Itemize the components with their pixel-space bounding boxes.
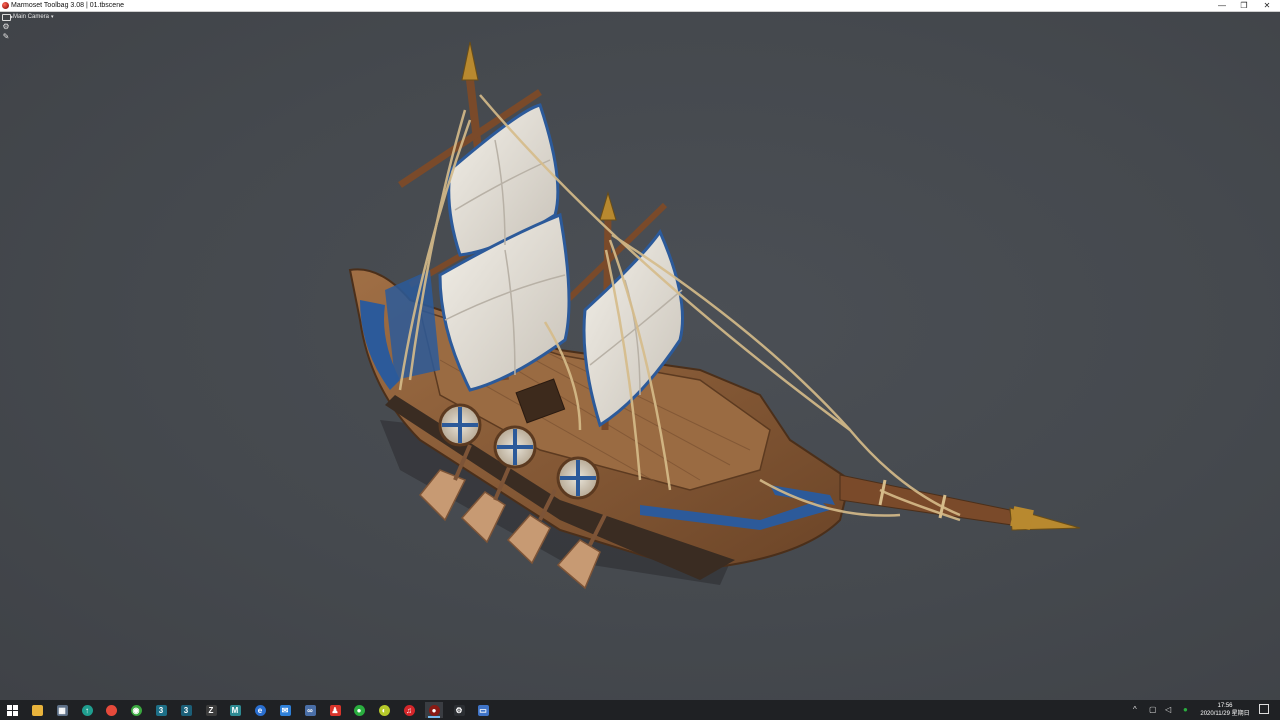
chevron-down-icon: ▾ bbox=[51, 14, 54, 20]
calculator-icon: ▦ bbox=[56, 704, 68, 716]
taskbar-app-calculator[interactable]: ▦ bbox=[53, 702, 71, 718]
windows-taskbar: ▦ ↑ ◉ 3 3 Z Me ✉ ∞ ♟ ● ◐ ♫ ● ⚙ ▭ ^ ▢ ◁ ● 17:56 2020/11/… bbox=[0, 700, 1280, 720]
taskbar-app-browser-blue[interactable]: e bbox=[251, 702, 269, 718]
3d-viewport[interactable]: Main Camera ▾ ⚙ ✎ bbox=[0, 12, 1280, 700]
camera-icon bbox=[2, 13, 13, 21]
taskbar-app-marmoset[interactable]: ● bbox=[425, 702, 443, 718]
taskbar-app-chrome[interactable] bbox=[102, 702, 120, 718]
restore-button[interactable]: ❐ bbox=[1233, 0, 1255, 11]
window-title: Marmoset Toolbag 3.08 | 01.tbscene bbox=[11, 2, 124, 9]
taskbar-app-netease-music[interactable]: ♫ bbox=[400, 702, 418, 718]
tray-wechat-icon[interactable]: ● bbox=[1183, 705, 1188, 715]
taskbar-app-remote-desktop[interactable]: ▭ bbox=[474, 702, 492, 718]
taskbar-app-green-app[interactable]: ◉ bbox=[127, 702, 145, 718]
minimize-button[interactable]: — bbox=[1211, 0, 1233, 11]
wechat-icon: ● bbox=[353, 704, 365, 716]
zbrush-icon: Z bbox=[205, 704, 217, 716]
yellow-app-icon: ◐ bbox=[378, 704, 390, 716]
taskbar-app-zbrush[interactable]: Z bbox=[202, 702, 220, 718]
viewport-settings-icon[interactable]: ⚙ bbox=[2, 23, 10, 31]
settings-icon: ⚙ bbox=[453, 704, 465, 716]
taskbar-app-messenger[interactable]: ✉ bbox=[276, 702, 294, 718]
notification-center-icon[interactable] bbox=[1259, 704, 1269, 714]
taskbar-clock[interactable]: 17:56 2020/11/29 星期日 bbox=[1196, 702, 1254, 718]
clock-date: 2020/11/29 星期日 bbox=[1200, 711, 1250, 717]
file-explorer-icon bbox=[31, 704, 43, 716]
3dsmax-icon: 3 bbox=[155, 704, 167, 716]
green-app-icon: ◉ bbox=[130, 704, 142, 716]
start-button[interactable] bbox=[3, 702, 21, 718]
messenger-icon: ✉ bbox=[279, 704, 291, 716]
close-button[interactable]: ✕ bbox=[1256, 0, 1278, 11]
taskbar-app-maya[interactable]: M bbox=[226, 702, 244, 718]
taskbar-app-wechat[interactable]: ● bbox=[350, 702, 368, 718]
taskbar-app-yellow-app[interactable]: ◐ bbox=[375, 702, 393, 718]
taskbar-app-qq[interactable]: ♟ bbox=[326, 702, 344, 718]
chrome-icon bbox=[105, 704, 117, 716]
network-icon[interactable]: ▢ bbox=[1149, 705, 1157, 715]
ship-model-render[interactable] bbox=[0, 12, 1280, 700]
netease-music-icon: ♫ bbox=[403, 704, 415, 716]
camera-selector[interactable]: Main Camera ▾ bbox=[2, 13, 54, 21]
camera-label: Main Camera bbox=[13, 14, 50, 20]
window-titlebar: Marmoset Toolbag 3.08 | 01.tbscene — ❐ ✕ bbox=[0, 0, 1280, 12]
taskbar-app-file-explorer[interactable] bbox=[28, 702, 46, 718]
taskbar-app-3dsmax[interactable]: 3 bbox=[152, 702, 170, 718]
taskbar-app-3dsmax-alt[interactable]: 3 bbox=[177, 702, 195, 718]
marmoset-logo-icon bbox=[2, 2, 9, 9]
browser-blue-icon: e bbox=[254, 704, 266, 716]
windows-icon bbox=[6, 704, 18, 716]
qq-icon: ♟ bbox=[329, 704, 341, 716]
marmoset-icon: ● bbox=[428, 704, 440, 716]
volume-icon[interactable]: ◁ bbox=[1165, 705, 1171, 715]
taskbar-app-settings[interactable]: ⚙ bbox=[450, 702, 468, 718]
taskbar-app-app-circle[interactable]: ↑ bbox=[78, 702, 96, 718]
app-circle-icon: ↑ bbox=[81, 704, 93, 716]
taskbar-app-connection[interactable]: ∞ bbox=[301, 702, 319, 718]
3dsmax-alt-icon: 3 bbox=[180, 704, 192, 716]
light-tool-icon[interactable]: ✎ bbox=[2, 33, 10, 41]
maya-icon: M bbox=[229, 704, 241, 716]
connection-icon: ∞ bbox=[304, 704, 316, 716]
remote-desktop-icon: ▭ bbox=[477, 704, 489, 716]
clock-time: 17:56 bbox=[1217, 703, 1233, 709]
tray-overflow-icon[interactable]: ^ bbox=[1133, 705, 1137, 715]
